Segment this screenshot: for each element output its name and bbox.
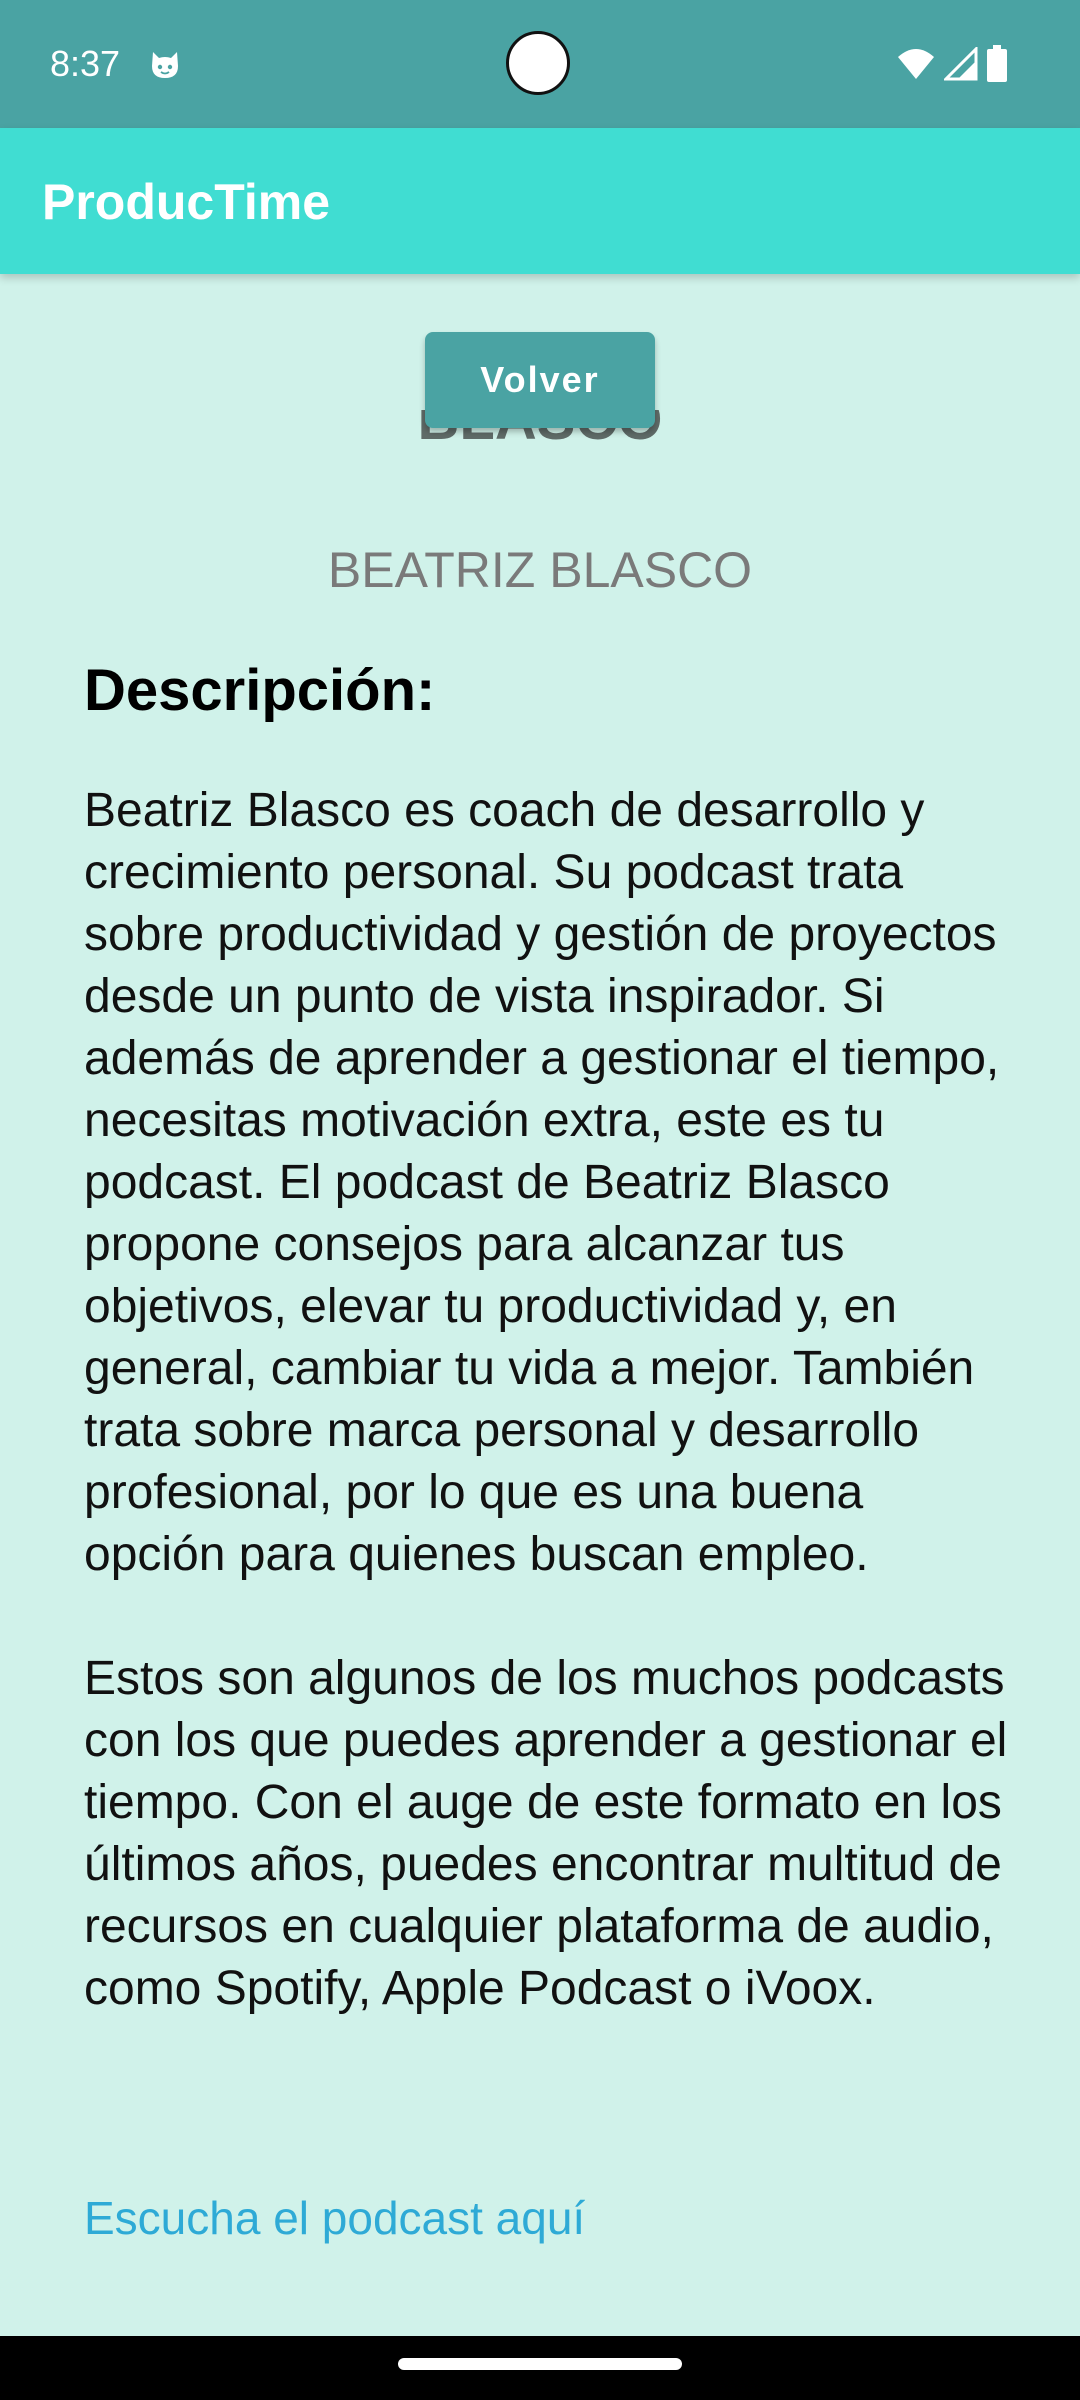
camera-cutout [506, 31, 570, 95]
status-icons [896, 44, 1008, 84]
podcast-detail[interactable]: BLASCO Volver BEATRIZ BLASCO Descripción… [0, 274, 1080, 2336]
listen-podcast-link[interactable]: Escucha el podcast aquí [84, 2190, 585, 2246]
status-time: 8:37 [50, 43, 121, 84]
status-bar: 8:37 [0, 0, 1080, 128]
description-heading: Descripción: [84, 658, 436, 723]
app-title: ProducTime [42, 174, 331, 230]
wifi-icon [898, 49, 934, 79]
description-text: Beatriz Blasco es coach de desarrollo y … [84, 784, 1008, 2015]
home-indicator[interactable] [398, 2358, 682, 2370]
navigation-bar [0, 2336, 1080, 2400]
battery-icon [987, 45, 1007, 82]
app-bar: ProducTime [0, 128, 1080, 274]
signal-icon [944, 47, 978, 81]
cat-icon [152, 52, 178, 78]
podcast-author: BEATRIZ BLASCO [327, 542, 753, 598]
back-button[interactable]: Volver [425, 332, 655, 428]
